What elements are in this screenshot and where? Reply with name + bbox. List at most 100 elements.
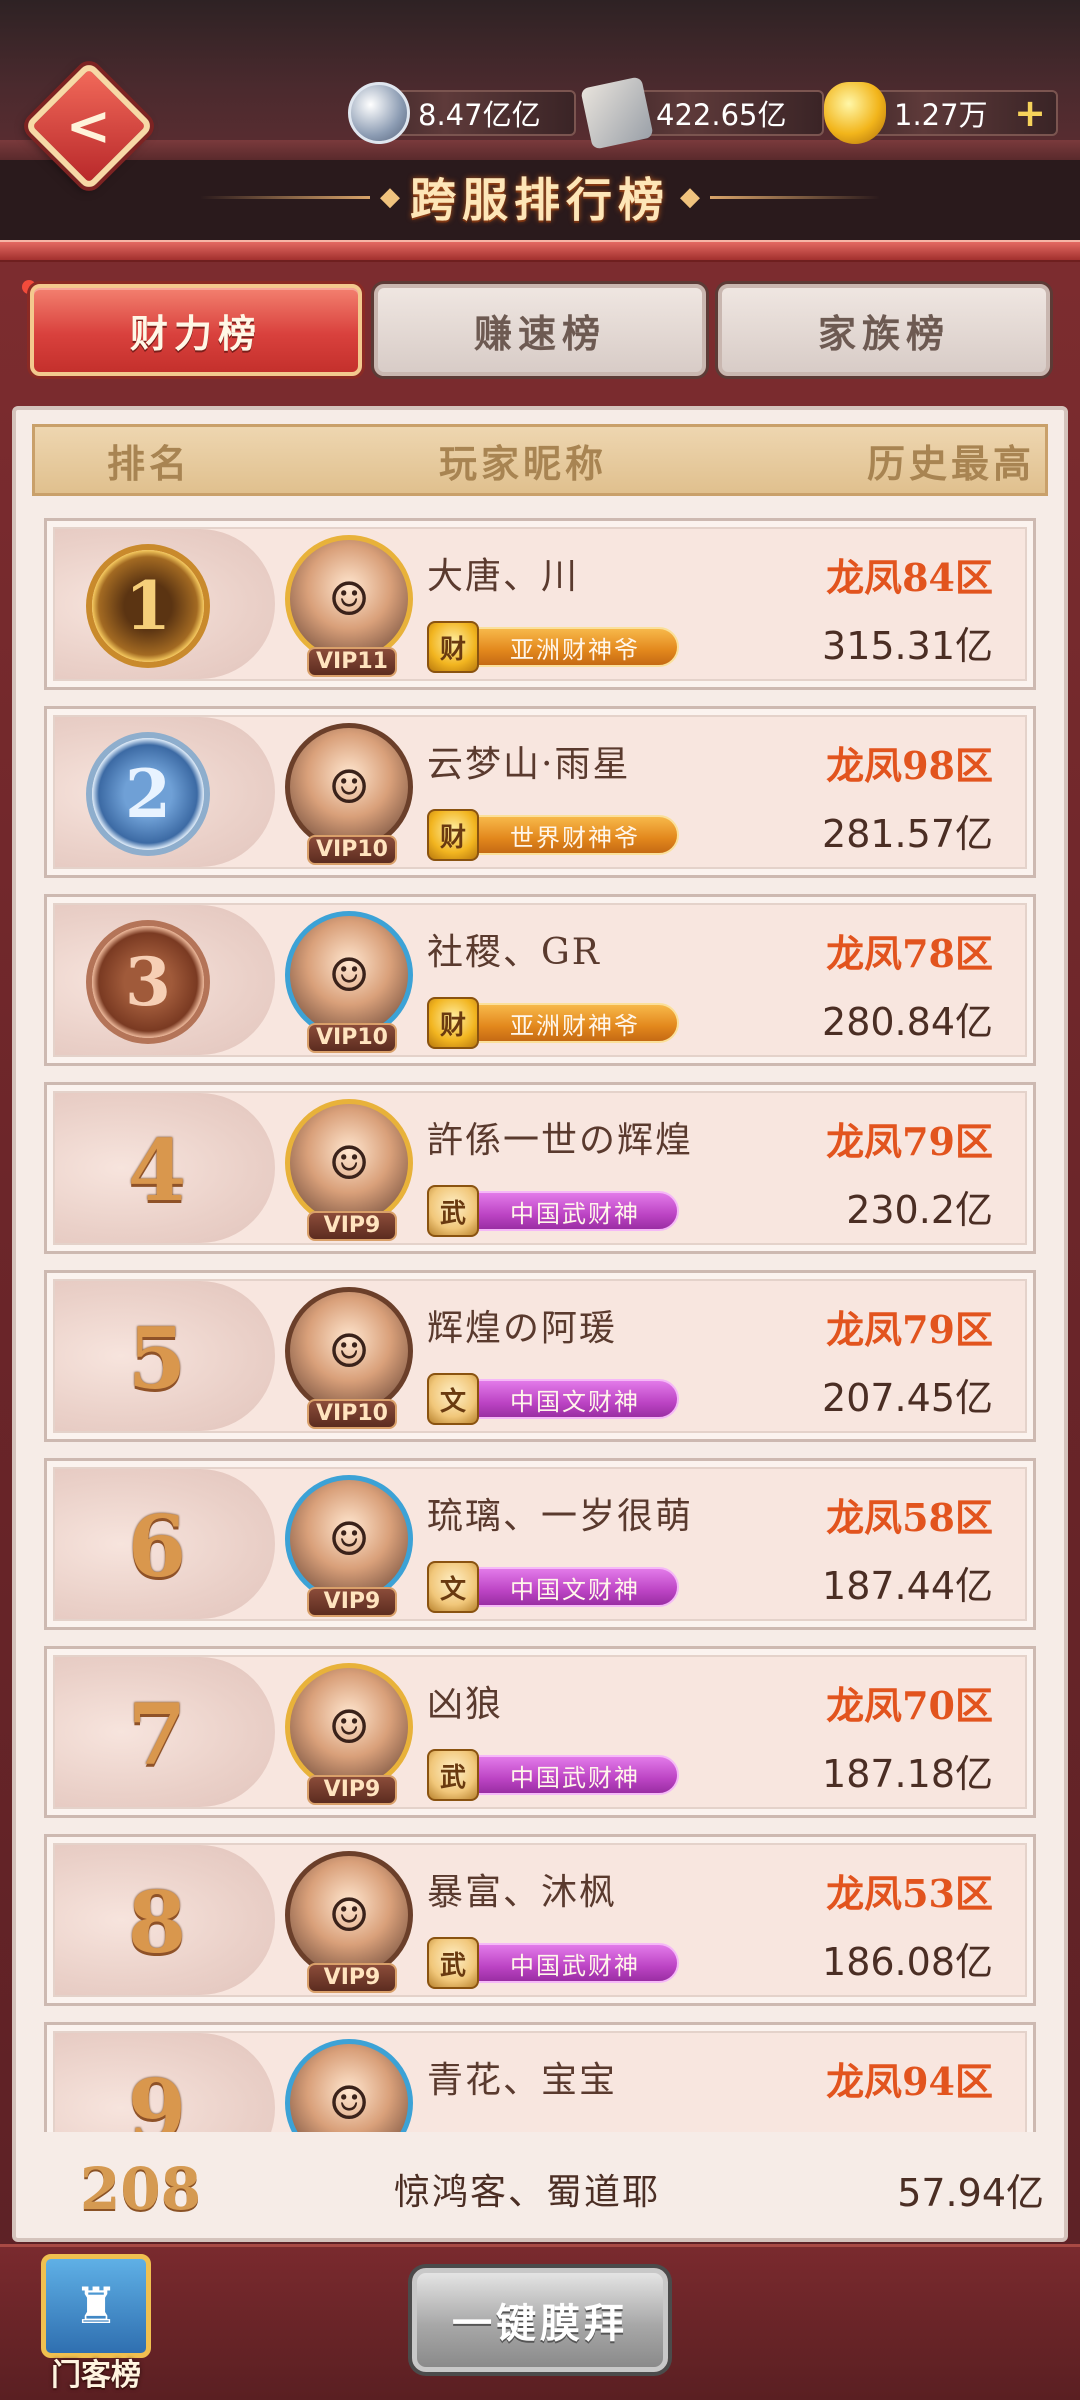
wealth-amount: 280.84亿	[822, 1000, 993, 1044]
vip-badge: VIP11	[307, 647, 397, 677]
page-title: 跨服排行榜	[410, 173, 670, 227]
player-name: 許係一世の辉煌	[427, 1120, 694, 1161]
wealth-amount: 187.18亿	[822, 1752, 993, 1796]
title-badge: 文中国文财神	[427, 1561, 679, 1613]
rank-number: 4	[127, 1120, 187, 1220]
wealth-amount: 281.57亿	[822, 812, 993, 856]
gold-amount: 1.27万	[894, 98, 988, 132]
title-badge-icon: 文	[427, 1373, 479, 1425]
title-badge-label: 亚洲财神爷	[471, 1003, 679, 1043]
rank-medal-icon: 2	[75, 727, 221, 861]
title-badge-icon: 武	[427, 1185, 479, 1237]
my-rank-name: 惊鸿客、蜀道耶	[394, 2172, 661, 2213]
server-name: 龙凤78区	[826, 931, 993, 976]
title-badge-icon: 武	[427, 1749, 479, 1801]
my-rank-number: 208	[80, 2155, 202, 2223]
title-badge-label: 中国武财神	[471, 1191, 679, 1231]
player-name: 青花、宝宝	[427, 2060, 618, 2101]
book-icon	[580, 76, 654, 150]
silver-resource: 8.47亿亿	[348, 82, 576, 144]
player-name: 暴富、沐枫	[427, 1872, 618, 1913]
player-name: 社稷、GR	[427, 932, 601, 973]
rank-number: 3	[92, 926, 204, 1038]
rank-number: 6	[127, 1496, 187, 1596]
avatar[interactable]: ☺	[285, 1099, 413, 1227]
table-row[interactable]: 5 ☺ VIP10 辉煌の阿瑗文中国文财神 龙凤79区 207.45亿	[44, 1270, 1036, 1442]
wealth-amount: 207.45亿	[822, 1376, 993, 1420]
table-row[interactable]: 6 ☺ VIP9 琉璃、一岁很萌文中国文财神 龙凤58区 187.44亿	[44, 1458, 1036, 1630]
avatar[interactable]: ☺	[285, 911, 413, 1039]
wealth-amount: 186.08亿	[822, 1940, 993, 1984]
my-rank-amount: 57.94亿	[897, 2170, 1044, 2215]
silver-amount: 8.47亿亿	[418, 98, 541, 132]
title-badge-icon: 财	[427, 621, 479, 673]
wealth-amount: 315.31亿	[822, 624, 993, 668]
avatar[interactable]: ☺	[285, 1475, 413, 1603]
diamond-ornament-icon: ◆	[380, 182, 400, 212]
column-rank: 排名	[107, 440, 192, 486]
server-name: 龙凤98区	[826, 743, 993, 788]
title-badge: 文中国文财神	[427, 1373, 679, 1425]
table-row[interactable]: 1 ☺ VIP11 大唐、川财亚洲财神爷 龙凤84区 315.31亿	[44, 518, 1036, 690]
tab-earning-speed[interactable]: 赚速榜	[374, 284, 706, 376]
vip-badge: VIP10	[307, 1023, 397, 1053]
vip-badge: VIP9	[307, 1587, 397, 1617]
title-divider-left	[200, 195, 370, 199]
player-name: 辉煌の阿瑗	[427, 1308, 618, 1349]
title-badge-label: 中国文财神	[471, 1567, 679, 1607]
title-badge-icon: 文	[427, 1561, 479, 1613]
gate-ranking-label: 门客榜	[51, 2358, 141, 2393]
table-row[interactable]: 8 ☺ VIP9 暴富、沐枫武中国武财神 龙凤53区 186.08亿	[44, 1834, 1036, 2006]
title-badge-label: 亚洲财神爷	[471, 627, 679, 667]
rank-medal-icon: 3	[75, 915, 221, 1049]
rank-number: 2	[92, 738, 204, 850]
avatar[interactable]: ☺	[285, 535, 413, 663]
wealth-amount: 230.2亿	[846, 1188, 993, 1232]
book-amount: 422.65亿	[656, 98, 787, 132]
table-row[interactable]: 9 ☺ 青花、宝宝 龙凤94区	[44, 2022, 1036, 2132]
avatar[interactable]: ☺	[285, 1851, 413, 1979]
title-divider-right	[710, 195, 880, 199]
column-header: 排名 玩家昵称 历史最高	[32, 424, 1048, 496]
add-gold-button[interactable]: +	[1012, 94, 1048, 132]
avatar[interactable]: ☺	[285, 723, 413, 851]
title-badge: 财世界财神爷	[427, 809, 679, 861]
vip-badge: VIP9	[307, 1775, 397, 1805]
tab-wealth[interactable]: 财力榜	[30, 284, 362, 376]
table-row[interactable]: 2 ☺ VIP10 云梦山·雨星财世界财神爷 龙凤98区 281.57亿	[44, 706, 1036, 878]
title-badge-icon: 财	[427, 809, 479, 861]
rank-number: 7	[127, 1684, 187, 1784]
gate-ranking-button[interactable]: ♜ 门客榜	[34, 2254, 158, 2394]
vip-badge: VIP9	[307, 1963, 397, 1993]
avatar[interactable]: ☺	[285, 1287, 413, 1415]
table-row[interactable]: 7 ☺ VIP9 凶狼武中国武财神 龙凤70区 187.18亿	[44, 1646, 1036, 1818]
gold-resource: 1.27万 +	[824, 82, 1058, 144]
server-name: 龙凤84区	[826, 555, 993, 600]
title-badge-icon: 武	[427, 1937, 479, 1989]
tab-family[interactable]: 家族榜	[718, 284, 1050, 376]
title-badge: 武中国武财神	[427, 1937, 679, 1989]
diamond-ornament-icon: ◆	[680, 182, 700, 212]
title-bar: ◆ 跨服排行榜 ◆	[0, 166, 1080, 228]
column-best: 历史最高	[866, 440, 1035, 486]
table-row[interactable]: 3 ☺ VIP10 社稷、GR 财亚洲财神爷 龙凤78区 280.84亿	[44, 894, 1036, 1066]
title-badge-label: 世界财神爷	[471, 815, 679, 855]
title-badge: 财亚洲财神爷	[427, 997, 679, 1049]
silver-coin-icon	[348, 82, 410, 144]
ranking-list[interactable]: 1 ☺ VIP11 大唐、川财亚洲财神爷 龙凤84区 315.31亿 2 ☺ VIP10 云梦山·…	[44, 518, 1036, 2132]
column-name: 玩家昵称	[439, 440, 608, 486]
title-badge: 财亚洲财神爷	[427, 621, 679, 673]
server-name: 龙凤58区	[826, 1495, 993, 1540]
avatar[interactable]: ☺	[285, 2039, 413, 2132]
vip-badge: VIP10	[307, 1399, 397, 1429]
title-badge-label: 中国武财神	[471, 1943, 679, 1983]
rank-number: 1	[92, 550, 204, 662]
worship-all-button[interactable]: 一键膜拜	[412, 2268, 668, 2372]
player-name: 凶狼	[427, 1684, 504, 1725]
player-name: 大唐、川	[427, 556, 580, 597]
my-rank-row: 208 惊鸿客、蜀道耶 57.94亿	[32, 2150, 1048, 2228]
server-name: 龙凤53区	[826, 1871, 993, 1916]
table-row[interactable]: 4 ☺ VIP9 許係一世の辉煌武中国武财神 龙凤79区 230.2亿	[44, 1082, 1036, 1254]
title-badge: 武中国武财神	[427, 1185, 679, 1237]
avatar[interactable]: ☺	[285, 1663, 413, 1791]
